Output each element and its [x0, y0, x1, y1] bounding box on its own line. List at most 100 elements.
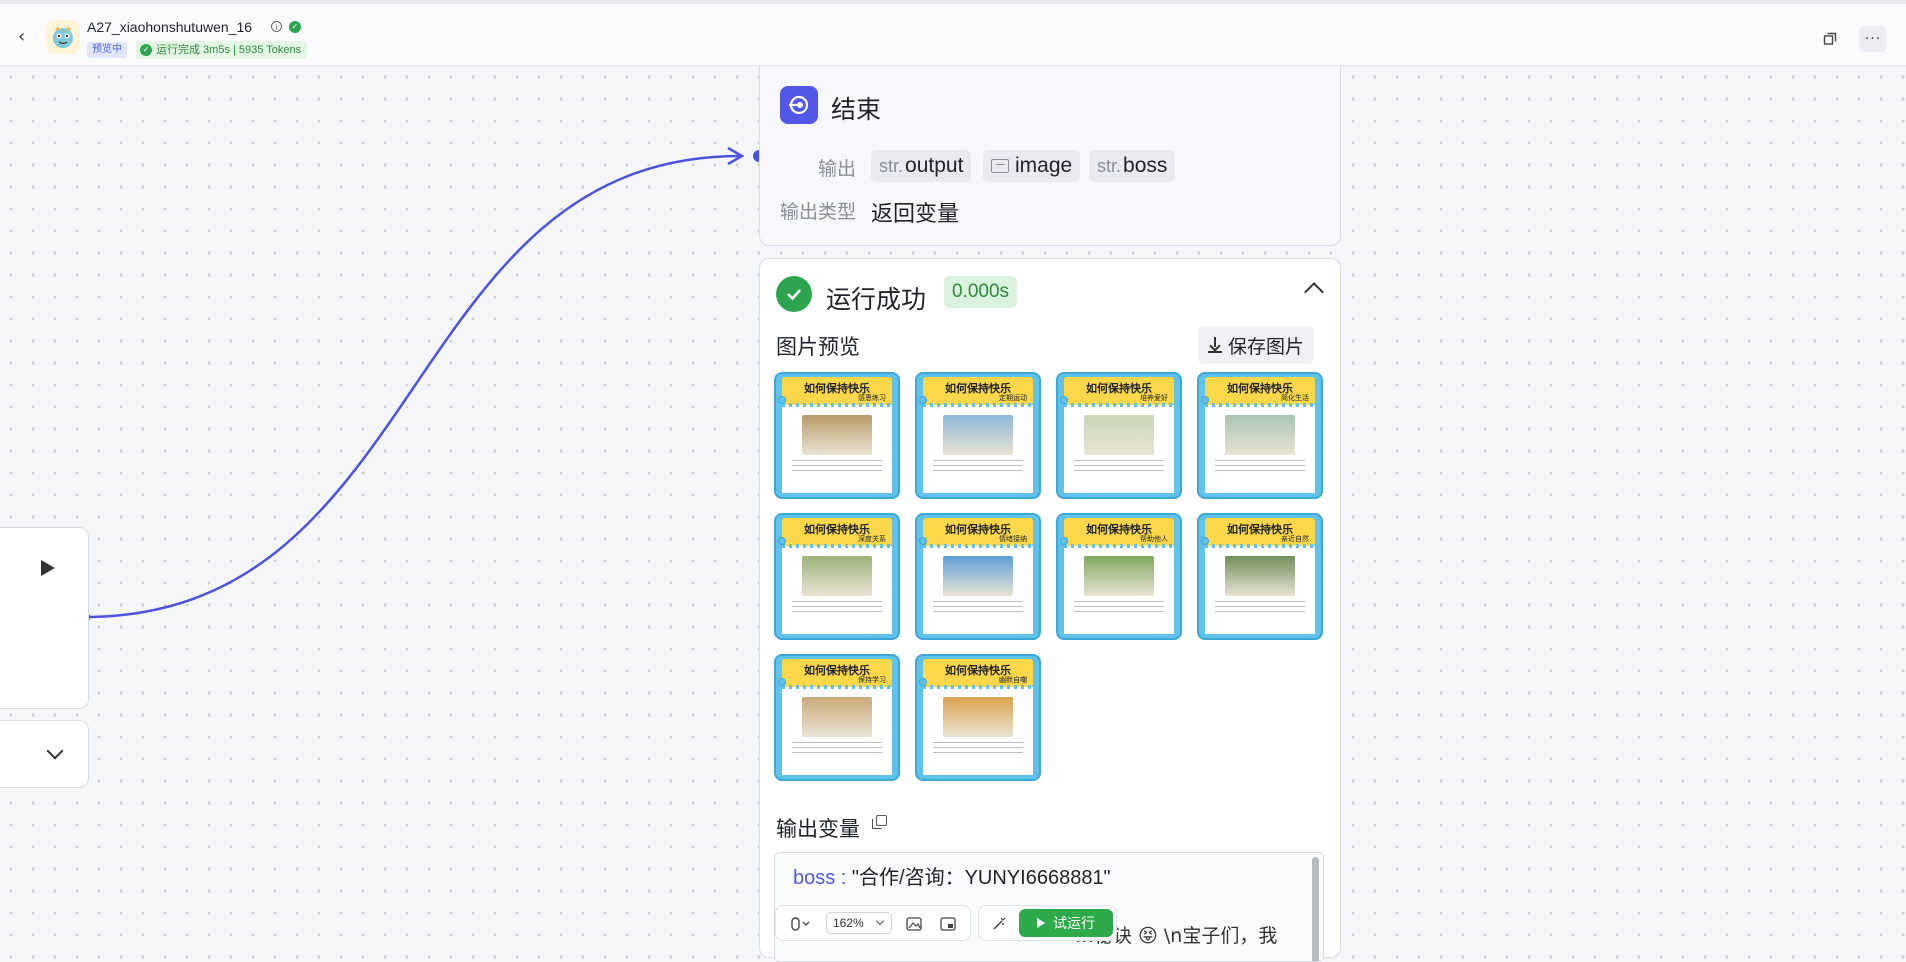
run-result-panel: 运行成功 0.000s 图片预览 保存图片 如何保持快乐 感恩练习 如何保持快乐 定期… — [759, 258, 1341, 962]
image-export-icon[interactable] — [903, 915, 925, 933]
thumbnail-binding — [923, 685, 1033, 689]
thumbnail-binding — [782, 685, 892, 689]
output-boss-line: boss : "合作/咨询：YUNYI6668881" — [793, 867, 1111, 889]
thumbnail-caption — [1215, 460, 1305, 474]
thumbnail-subtitle: 保持学习 — [858, 676, 886, 684]
image-var-chip: image — [983, 150, 1081, 182]
thumbnail-subtitle: 培养爱好 — [1140, 394, 1168, 402]
thumbnail-subtitle: 亲近自然 — [1281, 535, 1309, 543]
save-image-button[interactable]: 保存图片 — [1198, 326, 1315, 364]
run-status-text: 运行完成 3m5s | 5935 Tokens — [156, 44, 302, 56]
thumbnail-caption — [792, 742, 882, 756]
start-node[interactable] — [0, 527, 89, 709]
preview-badge: 预览中 — [87, 42, 127, 58]
thumbnail-caption — [792, 460, 882, 474]
thumbnail-dot — [778, 678, 786, 686]
thumbnail-subtitle: 深度关系 — [858, 535, 886, 543]
thumbnail-subtitle: 情绪接纳 — [999, 535, 1027, 543]
collapsed-node[interactable] — [0, 720, 89, 788]
thumbnail-header: 如何保持快乐 感恩练习 — [782, 377, 892, 405]
thumbnail-dot — [1201, 537, 1209, 545]
pointer-mode-icon[interactable] — [786, 915, 814, 933]
image-thumbnail[interactable]: 如何保持快乐 幽默自嘲 — [915, 654, 1041, 781]
thumbnail-binding — [782, 544, 892, 548]
verified-icon: ✓ — [289, 21, 301, 33]
image-thumbnail[interactable]: 如何保持快乐 感恩练习 — [774, 372, 900, 499]
thumbnail-photo — [943, 415, 1013, 455]
thumbnail-binding — [923, 403, 1033, 407]
thumbnail-dot — [778, 396, 786, 404]
thumbnail-subtitle: 定期运动 — [999, 394, 1027, 402]
thumbnail-subtitle: 幽默自嘲 — [999, 676, 1027, 684]
thumbnail-header: 如何保持快乐 帮助他人 — [1064, 518, 1174, 546]
info-icon[interactable]: i — [271, 21, 282, 32]
thumbnail-subtitle: 简化生活 — [1281, 394, 1309, 402]
thumbnail-caption — [1074, 601, 1164, 615]
back-icon[interactable]: ‹ — [18, 28, 34, 46]
download-icon — [1208, 337, 1222, 353]
minimap-icon[interactable] — [937, 915, 959, 933]
scrollbar[interactable] — [1312, 857, 1319, 961]
image-thumbnail[interactable]: 如何保持快乐 亲近自然 — [1197, 513, 1323, 640]
thumbnail-caption — [933, 460, 1023, 474]
success-icon — [776, 276, 812, 312]
image-thumbnail[interactable]: 如何保持快乐 帮助他人 — [1056, 513, 1182, 640]
output-type-value: 返回变量 — [871, 202, 960, 227]
thumbnail-header: 如何保持快乐 情绪接纳 — [923, 518, 1033, 546]
thumbnail-dot — [1201, 396, 1209, 404]
thumbnail-subtitle: 感恩练习 — [858, 394, 886, 402]
output-vars-title: 输出变量 — [776, 817, 860, 841]
thumbnail-binding — [1064, 403, 1174, 407]
image-thumbnail[interactable]: 如何保持快乐 深度关系 — [774, 513, 900, 640]
test-run-button[interactable]: 试运行 — [1019, 909, 1113, 937]
thumbnail-header: 如何保持快乐 幽默自嘲 — [923, 659, 1033, 687]
image-thumbnail[interactable]: 如何保持快乐 简化生活 — [1197, 372, 1323, 499]
image-icon — [991, 159, 1009, 173]
app-title: A27_xiaohonshutuwen_16 — [87, 19, 253, 35]
image-thumbnail[interactable]: 如何保持快乐 情绪接纳 — [915, 513, 1041, 640]
thumbnail-header: 如何保持快乐 深度关系 — [782, 518, 892, 546]
wand-icon[interactable] — [989, 915, 1009, 933]
thumbnail-header: 如何保持快乐 培养爱好 — [1064, 377, 1174, 405]
zoom-select[interactable]: 162% — [826, 912, 892, 934]
thumbnail-caption — [1074, 460, 1164, 474]
boss-var-chip: str. boss — [1089, 150, 1176, 182]
thumbnail-photo — [1225, 415, 1295, 455]
thumbnail-photo — [802, 697, 872, 737]
thumbnail-binding — [782, 403, 892, 407]
top-header: ‹ A27_xiaohonshutuwen_16 i ✓ 预览中 ✓ 运行完成 … — [0, 0, 1906, 66]
image-thumbnail[interactable]: 如何保持快乐 培养爱好 — [1056, 372, 1182, 499]
end-node-title: 结束 — [831, 95, 882, 124]
thumbnail-binding — [1205, 544, 1315, 548]
play-icon[interactable] — [41, 560, 55, 576]
duration-badge: 0.000s — [944, 276, 1018, 308]
end-node[interactable]: 结束 输出 str. output image str. boss 输出类型 返… — [759, 66, 1341, 246]
thumbnail-header: 如何保持快乐 定期运动 — [923, 377, 1033, 405]
app-avatar — [46, 20, 80, 54]
thumbnail-photo — [943, 556, 1013, 596]
thumbnail-binding — [1064, 544, 1174, 548]
thumbnail-caption — [792, 601, 882, 615]
run-status-title: 运行成功 — [826, 285, 927, 314]
play-icon — [1037, 918, 1045, 928]
image-preview-title: 图片预览 — [776, 335, 860, 359]
thumbnail-photo — [943, 697, 1013, 737]
thumbnail-dot — [919, 537, 927, 545]
window-icon[interactable] — [1816, 26, 1844, 52]
thumbnail-caption — [933, 601, 1023, 615]
thumbnail-dot — [919, 396, 927, 404]
thumbnail-binding — [1205, 403, 1315, 407]
thumbnail-dot — [778, 537, 786, 545]
copy-icon[interactable] — [872, 815, 887, 829]
image-thumbnail[interactable]: 如何保持快乐 保持学习 — [774, 654, 900, 781]
more-icon[interactable]: ··· — [1859, 26, 1887, 52]
thumbnail-photo — [1084, 556, 1154, 596]
thumbnail-header: 如何保持快乐 保持学习 — [782, 659, 892, 687]
output-var-chip: str. output — [871, 150, 972, 182]
chevron-up-icon[interactable] — [1304, 282, 1324, 302]
end-node-icon — [780, 86, 818, 124]
thumbnail-photo — [802, 556, 872, 596]
canvas-toolbar: 162% — [775, 905, 971, 941]
image-thumbnail[interactable]: 如何保持快乐 定期运动 — [915, 372, 1041, 499]
thumbnail-dot — [1060, 396, 1068, 404]
